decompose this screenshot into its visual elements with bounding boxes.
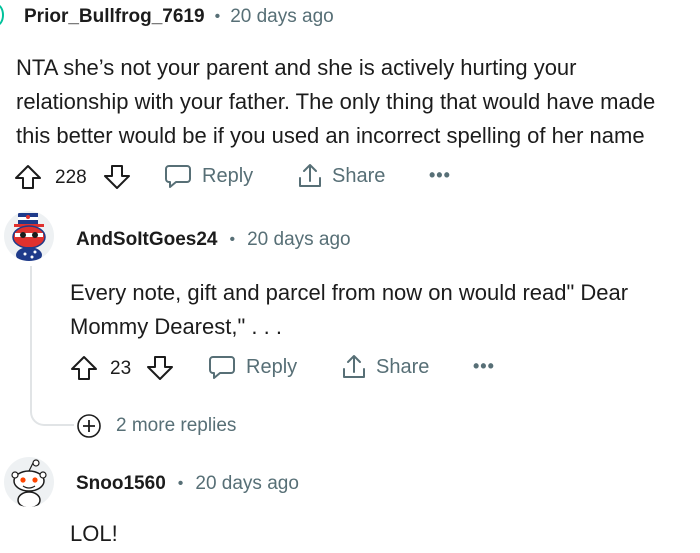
avatar[interactable]	[0, 4, 4, 26]
action-bar: 228 Reply Share •••	[14, 162, 474, 192]
downvote-icon[interactable]	[146, 355, 174, 386]
comment-line: relationship with your father. The only …	[16, 89, 656, 114]
comment-line: NTA she’s not your parent and she is act…	[16, 55, 577, 80]
comment-body: LOL!	[70, 517, 118, 551]
snoo-avatar-icon	[12, 213, 46, 261]
reply-label: Reply	[202, 164, 254, 187]
share-label: Share	[332, 164, 386, 187]
comment-body: Every note, gift and parcel from now on …	[70, 276, 628, 344]
comment-line: Every note, gift and parcel from now on …	[70, 280, 629, 305]
expand-plus-icon	[76, 413, 102, 439]
comment-meta: Snoo1560 • 20 days ago	[76, 473, 299, 495]
comment-meta: Prior_Bullfrog_7619 • 20 days ago	[24, 6, 334, 28]
timestamp[interactable]: 20 days ago	[195, 473, 299, 495]
comment-line: this better would be if you used an inco…	[16, 123, 645, 148]
action-bar: 23 Reply Share •••	[70, 353, 510, 383]
more-options-icon[interactable]: •••	[473, 356, 495, 377]
comment-line: Mommy Dearest," . . .	[70, 314, 282, 339]
reply-button[interactable]: Reply	[208, 353, 297, 381]
more-replies-label: 2 more replies	[116, 415, 237, 436]
avatar[interactable]	[4, 211, 54, 261]
more-options-icon[interactable]: •••	[429, 165, 451, 186]
comment-meta: AndSoItGoes24 • 20 days ago	[76, 229, 351, 251]
comment-line: LOL!	[70, 521, 118, 546]
thread-line[interactable]	[30, 266, 32, 408]
share-label: Share	[376, 355, 430, 378]
comment-icon	[208, 353, 236, 381]
comment-body: NTA she’s not your parent and she is act…	[16, 51, 655, 153]
separator-dot: •	[214, 8, 221, 25]
separator-dot: •	[229, 231, 236, 248]
upvote-icon[interactable]	[14, 164, 42, 195]
more-replies-button[interactable]: 2 more replies	[76, 413, 236, 439]
username[interactable]: Snoo1560	[76, 473, 166, 495]
share-button[interactable]: Share	[296, 162, 385, 190]
timestamp[interactable]: 20 days ago	[230, 6, 334, 28]
snoo-avatar-icon	[11, 459, 47, 507]
username[interactable]: Prior_Bullfrog_7619	[24, 6, 205, 28]
username[interactable]: AndSoItGoes24	[76, 229, 217, 251]
vote-count: 23	[110, 358, 132, 379]
upvote-icon[interactable]	[70, 355, 98, 386]
share-icon	[340, 353, 368, 381]
comment-icon	[164, 162, 192, 190]
thread-curve	[30, 404, 74, 426]
timestamp[interactable]: 20 days ago	[247, 229, 351, 251]
share-icon	[296, 162, 324, 190]
vote-count: 228	[55, 167, 87, 188]
downvote-icon[interactable]	[103, 164, 131, 195]
reply-button[interactable]: Reply	[164, 162, 253, 190]
reply-label: Reply	[246, 355, 298, 378]
separator-dot: •	[177, 475, 184, 492]
avatar[interactable]	[4, 457, 54, 507]
share-button[interactable]: Share	[340, 353, 429, 381]
